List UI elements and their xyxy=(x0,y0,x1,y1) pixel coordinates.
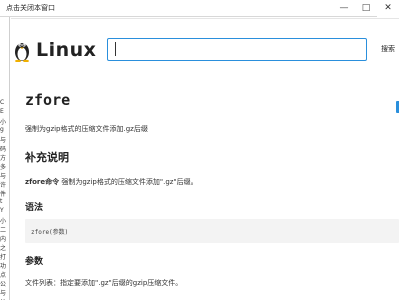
background-text-fragment: 内 xyxy=(0,236,7,243)
background-text-fragment: g xyxy=(0,126,4,133)
supplement-text: 强制为gzip格式的压缩文件添加".gz"后缀。 xyxy=(59,178,198,186)
maximize-button[interactable]: □ xyxy=(355,0,377,17)
background-text-fragment: 公 xyxy=(0,281,7,288)
minimize-button[interactable]: — xyxy=(333,0,355,17)
background-text-fragment: 与 xyxy=(0,173,7,180)
command-summary: 强制为gzip格式的压缩文件添加.gz后缀 xyxy=(25,125,148,133)
background-text-fragment: 点 xyxy=(0,272,7,279)
site-header: Linux 搜索 xyxy=(11,19,399,79)
background-text-fragment: 二 xyxy=(0,227,7,234)
window-title[interactable]: 点击关闭本窗口 xyxy=(6,4,55,12)
section-heading-params: 参数 xyxy=(25,257,44,267)
site-logo[interactable]: Linux xyxy=(13,37,96,63)
logo-text: Linux xyxy=(36,39,97,61)
background-text-fragment: E xyxy=(0,108,4,115)
tux-penguin-icon xyxy=(15,43,29,62)
background-text-fragment: C xyxy=(0,99,5,106)
syntax-code-block: zfore(参数) xyxy=(25,219,399,243)
background-text-fragment: t xyxy=(0,198,3,205)
background-text-fragment: 功 xyxy=(0,263,7,270)
supplement-command-name: zfore命令 xyxy=(25,178,60,186)
search-input[interactable] xyxy=(107,38,367,61)
text-cursor xyxy=(115,42,116,56)
background-text-fragment: 之 xyxy=(0,245,7,252)
popup-title-bar[interactable]: 点击关闭本窗口 — □ ✕ xyxy=(0,0,399,17)
background-text-fragment: Y xyxy=(0,207,4,214)
background-text-fragment: 与 xyxy=(0,137,7,144)
background-text-fragment: 小 xyxy=(0,218,7,225)
background-text-fragment: 许 xyxy=(0,182,7,189)
syntax-code: zfore(参数) xyxy=(31,229,69,236)
background-page-edge: CE小g与码方多与许件tY小二内之打功点公与从 xyxy=(0,17,10,300)
supplement-paragraph: zfore命令 强制为gzip格式的压缩文件添加".gz"后缀。 xyxy=(25,177,198,187)
background-text-fragment: 打 xyxy=(0,254,7,261)
background-text-fragment: 多 xyxy=(0,164,7,171)
search-button[interactable]: 搜索 xyxy=(373,38,399,61)
background-text-fragment: 码 xyxy=(0,146,7,153)
close-button[interactable]: ✕ xyxy=(377,0,399,17)
params-paragraph: 文件列表：指定要添加".gz"后缀的gzip压缩文件。 xyxy=(25,279,183,287)
background-text-fragment: 件 xyxy=(0,191,7,198)
command-title: zfore xyxy=(25,91,71,109)
background-text-fragment: 方 xyxy=(0,155,7,162)
popup-content: Linux 搜索 zfore 强制为gzip格式的压缩文件添加.gz后缀 补充说… xyxy=(11,18,399,300)
background-text-fragment: 与 xyxy=(0,290,7,297)
section-heading-syntax: 语法 xyxy=(25,203,44,213)
background-text-fragment: 小 xyxy=(0,119,7,126)
section-heading-supplement: 补充说明 xyxy=(25,151,69,164)
window-controls: — □ ✕ xyxy=(333,0,399,17)
